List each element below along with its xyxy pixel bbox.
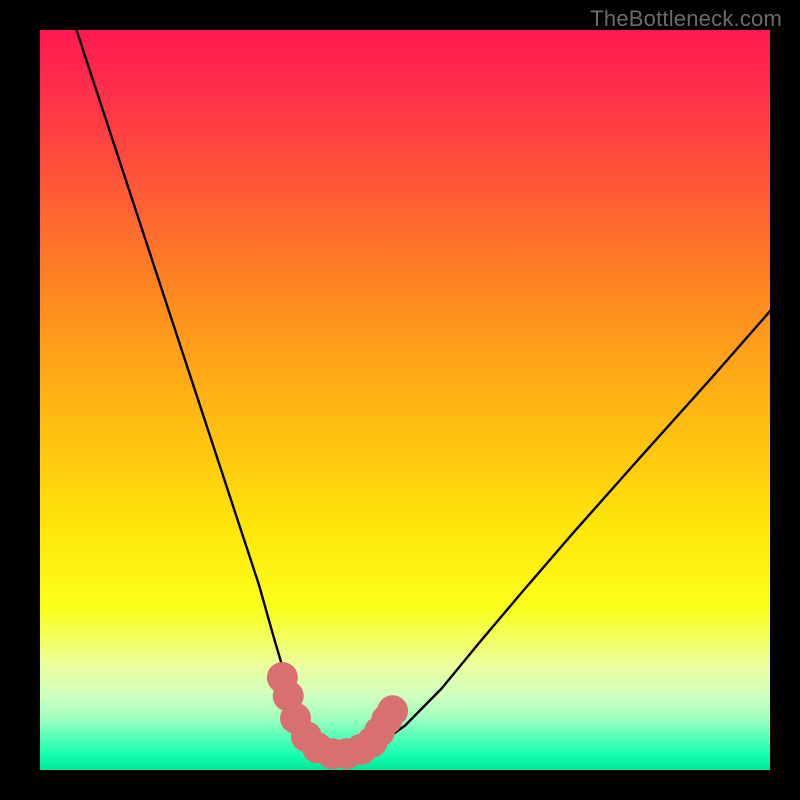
watermark-text: TheBottleneck.com (590, 6, 782, 32)
bottleneck-curve (77, 30, 771, 754)
curve-layer (40, 30, 770, 770)
marker-dot (377, 695, 408, 726)
plot-area (40, 30, 770, 770)
chart-frame: TheBottleneck.com (0, 0, 800, 800)
